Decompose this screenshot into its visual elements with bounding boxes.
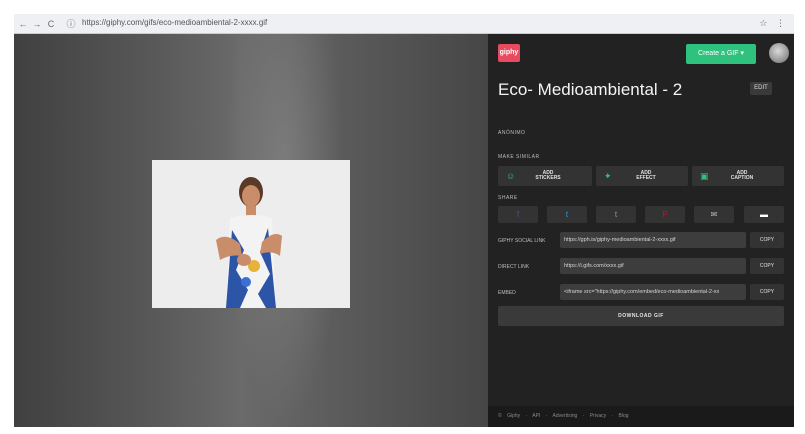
- caption-icon: ▣: [700, 171, 709, 181]
- user-avatar[interactable]: [769, 43, 789, 63]
- share-heading: SHARE: [498, 195, 518, 201]
- gif-title: Eco- Medioambiental - 2: [498, 80, 683, 99]
- social-link-label: GIPHY SOCIAL LINK: [498, 238, 546, 244]
- add-effect-line2: EFFECT: [636, 175, 656, 181]
- tumblr-icon: t: [614, 210, 618, 219]
- tumblr-share-button[interactable]: t: [596, 206, 636, 223]
- gif-details-panel: giphy Create a GIF ▾ Eco- Medioambiental…: [488, 34, 794, 427]
- make-similar-heading: MAKE SIMILAR: [498, 154, 540, 160]
- address-bar[interactable]: https://giphy.com/gifs/eco-medioambienta…: [82, 18, 267, 27]
- edit-button[interactable]: EDIT: [750, 82, 772, 95]
- reload-icon[interactable]: C: [46, 19, 56, 29]
- create-gif-label: Create a GIF: [698, 50, 739, 57]
- sms-share-button[interactable]: ▬: [744, 206, 784, 223]
- browser-menu-icons[interactable]: ☆ ⋮: [759, 18, 788, 29]
- add-effect-button[interactable]: ✦ ADD EFFECT: [596, 166, 688, 186]
- download-gif-button[interactable]: DOWNLOAD GIF: [498, 306, 784, 326]
- copy-direct-link-button[interactable]: COPY: [750, 258, 784, 274]
- giphy-logo[interactable]: giphy: [498, 44, 520, 62]
- email-share-button[interactable]: ✉: [694, 206, 734, 223]
- gif-preview[interactable]: [152, 160, 350, 308]
- page-info-icon: ⓘ: [66, 19, 76, 29]
- add-caption-button[interactable]: ▣ ADD CAPTION: [692, 166, 784, 186]
- create-gif-button[interactable]: Create a GIF ▾: [686, 44, 756, 64]
- copy-social-link-button[interactable]: COPY: [750, 232, 784, 248]
- footer-links[interactable]: © Giphy · API · Advertising · Privacy · …: [498, 413, 629, 419]
- add-stickers-line2: STICKERS: [535, 175, 561, 181]
- add-caption-label: ADD CAPTION: [722, 171, 762, 181]
- pinterest-icon: P: [662, 210, 668, 219]
- uploader-name[interactable]: ANÓNIMO: [498, 130, 525, 136]
- facebook-icon: f: [516, 210, 520, 219]
- person-signing-image: [196, 170, 306, 308]
- add-effect-label: ADD EFFECT: [626, 171, 666, 181]
- direct-link-label: DIRECT LINK: [498, 264, 530, 270]
- back-arrow-icon[interactable]: ←: [18, 19, 28, 29]
- twitter-icon: t: [565, 210, 569, 219]
- social-link-field[interactable]: https://gph.is/giphy-medioambiental-2-xx…: [560, 232, 746, 248]
- email-icon: ✉: [710, 210, 718, 219]
- page-viewport: giphy Create a GIF ▾ Eco- Medioambiental…: [14, 34, 794, 427]
- browser-toolbar: ← → C ⓘ https://giphy.com/gifs/eco-medio…: [14, 14, 794, 34]
- direct-link-field[interactable]: https://i.gifs.com/xxxx.gif: [560, 258, 746, 274]
- forward-arrow-icon[interactable]: →: [32, 19, 42, 29]
- facebook-share-button[interactable]: f: [498, 206, 538, 223]
- add-caption-line2: CAPTION: [730, 175, 754, 181]
- message-icon: ▬: [760, 210, 768, 219]
- twitter-share-button[interactable]: t: [547, 206, 587, 223]
- effect-icon: ✦: [604, 171, 612, 181]
- add-stickers-label: ADD STICKERS: [528, 171, 568, 181]
- embed-label: EMBED: [498, 290, 516, 296]
- add-stickers-button[interactable]: ☺ ADD STICKERS: [498, 166, 592, 186]
- sticker-icon: ☺: [506, 171, 516, 181]
- footer: © Giphy · API · Advertising · Privacy · …: [488, 406, 794, 427]
- embed-code-field[interactable]: <iframe src="https://giphy.com/embed/eco…: [560, 284, 746, 300]
- copy-embed-button[interactable]: COPY: [750, 284, 784, 300]
- pinterest-share-button[interactable]: P: [645, 206, 685, 223]
- chevron-down-icon: ▾: [740, 50, 744, 57]
